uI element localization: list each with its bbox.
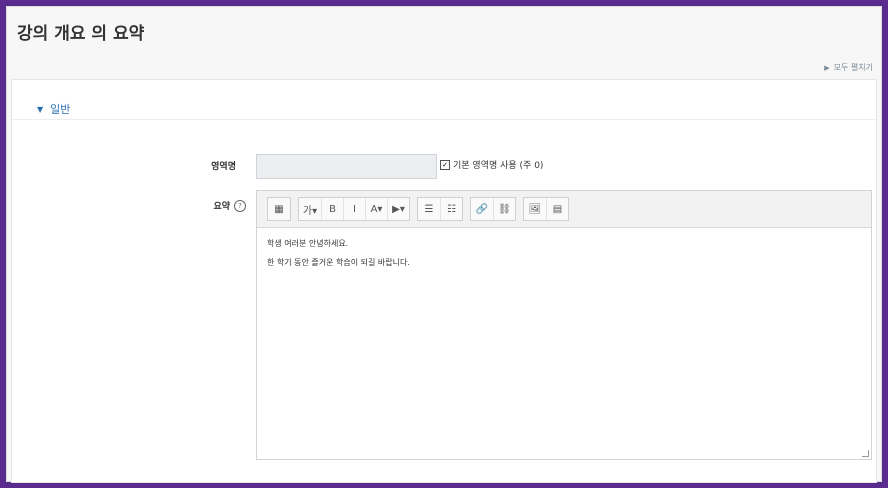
- help-icon[interactable]: ?: [234, 199, 246, 212]
- summary-label-row: 요약 ?: [213, 199, 246, 212]
- image-icon[interactable]: 🖼: [524, 198, 546, 220]
- bold-icon[interactable]: B: [321, 198, 343, 220]
- resize-handle[interactable]: [862, 450, 869, 457]
- italic-icon[interactable]: I: [343, 198, 365, 220]
- unordered-list-icon[interactable]: ☰: [418, 198, 440, 220]
- toolbar-group-lists: ☰ ☷: [417, 197, 463, 221]
- section-toggle-general[interactable]: ▼ 일반: [37, 101, 70, 117]
- use-default-name-checkbox[interactable]: ✓ 기본 영역명 사용 (주 0): [440, 158, 543, 171]
- toolbar-toggle-icon[interactable]: ▦: [268, 198, 290, 220]
- editor-content[interactable]: 학생 여러분 안녕하세요. 한 학기 동안 즐거운 학습이 되길 바랍니다.: [257, 228, 871, 282]
- text-direction-icon[interactable]: ▶▾: [387, 198, 409, 220]
- chevron-down-icon: ▼: [37, 104, 44, 114]
- content-line: 한 학기 동안 즐거운 학습이 되길 바랍니다.: [267, 258, 410, 267]
- summary-label: 요약: [213, 202, 230, 212]
- toolbar-group-links: 🔗 ⛓: [470, 197, 516, 221]
- expand-all-label: 모두 펼치기: [833, 63, 873, 72]
- use-default-name-label: 기본 영역명 사용 (주 0): [453, 161, 544, 171]
- toolbar-group-format: 가▾ B I A▾ ▶▾: [298, 197, 410, 221]
- toolbar-group-media: 🖼 ▤: [523, 197, 569, 221]
- page-frame: 강의 개요 의 요약 ▶ 모두 펼치기 ▼ 일반 영역명 ✓ 기본 영역명 사용…: [6, 6, 882, 483]
- media-icon[interactable]: ▤: [546, 198, 568, 220]
- expand-triangle-icon: ▶: [824, 63, 830, 72]
- paragraph-style-icon[interactable]: 가▾: [299, 198, 321, 220]
- font-color-icon[interactable]: A▾: [365, 198, 387, 220]
- section-name-label: 영역명: [211, 162, 236, 172]
- expand-all-link[interactable]: ▶ 모두 펼치기: [824, 62, 873, 73]
- ordered-list-icon[interactable]: ☷: [440, 198, 462, 220]
- unlink-icon[interactable]: ⛓: [493, 198, 515, 220]
- page-title: 강의 개요 의 요약: [17, 24, 145, 44]
- checkbox-checked-icon: ✓: [440, 159, 450, 170]
- section-name-input[interactable]: [256, 154, 437, 179]
- section-label: 일반: [50, 103, 71, 116]
- content-line: 학생 여러분 안녕하세요.: [267, 239, 349, 248]
- form-panel: ▼ 일반 영역명 ✓ 기본 영역명 사용 (주 0) 요약 ? ▦ 가▾ B I: [11, 79, 877, 483]
- section-header: ▼ 일반: [12, 80, 876, 120]
- toolbar-group-toggle: ▦: [267, 197, 291, 221]
- link-icon[interactable]: 🔗: [471, 198, 493, 220]
- summary-editor[interactable]: ▦ 가▾ B I A▾ ▶▾ ☰ ☷ 🔗 ⛓ 🖼 ▤ 학생 여러분 안녕하세요.…: [256, 190, 872, 460]
- editor-toolbar: ▦ 가▾ B I A▾ ▶▾ ☰ ☷ 🔗 ⛓ 🖼 ▤: [257, 191, 871, 228]
